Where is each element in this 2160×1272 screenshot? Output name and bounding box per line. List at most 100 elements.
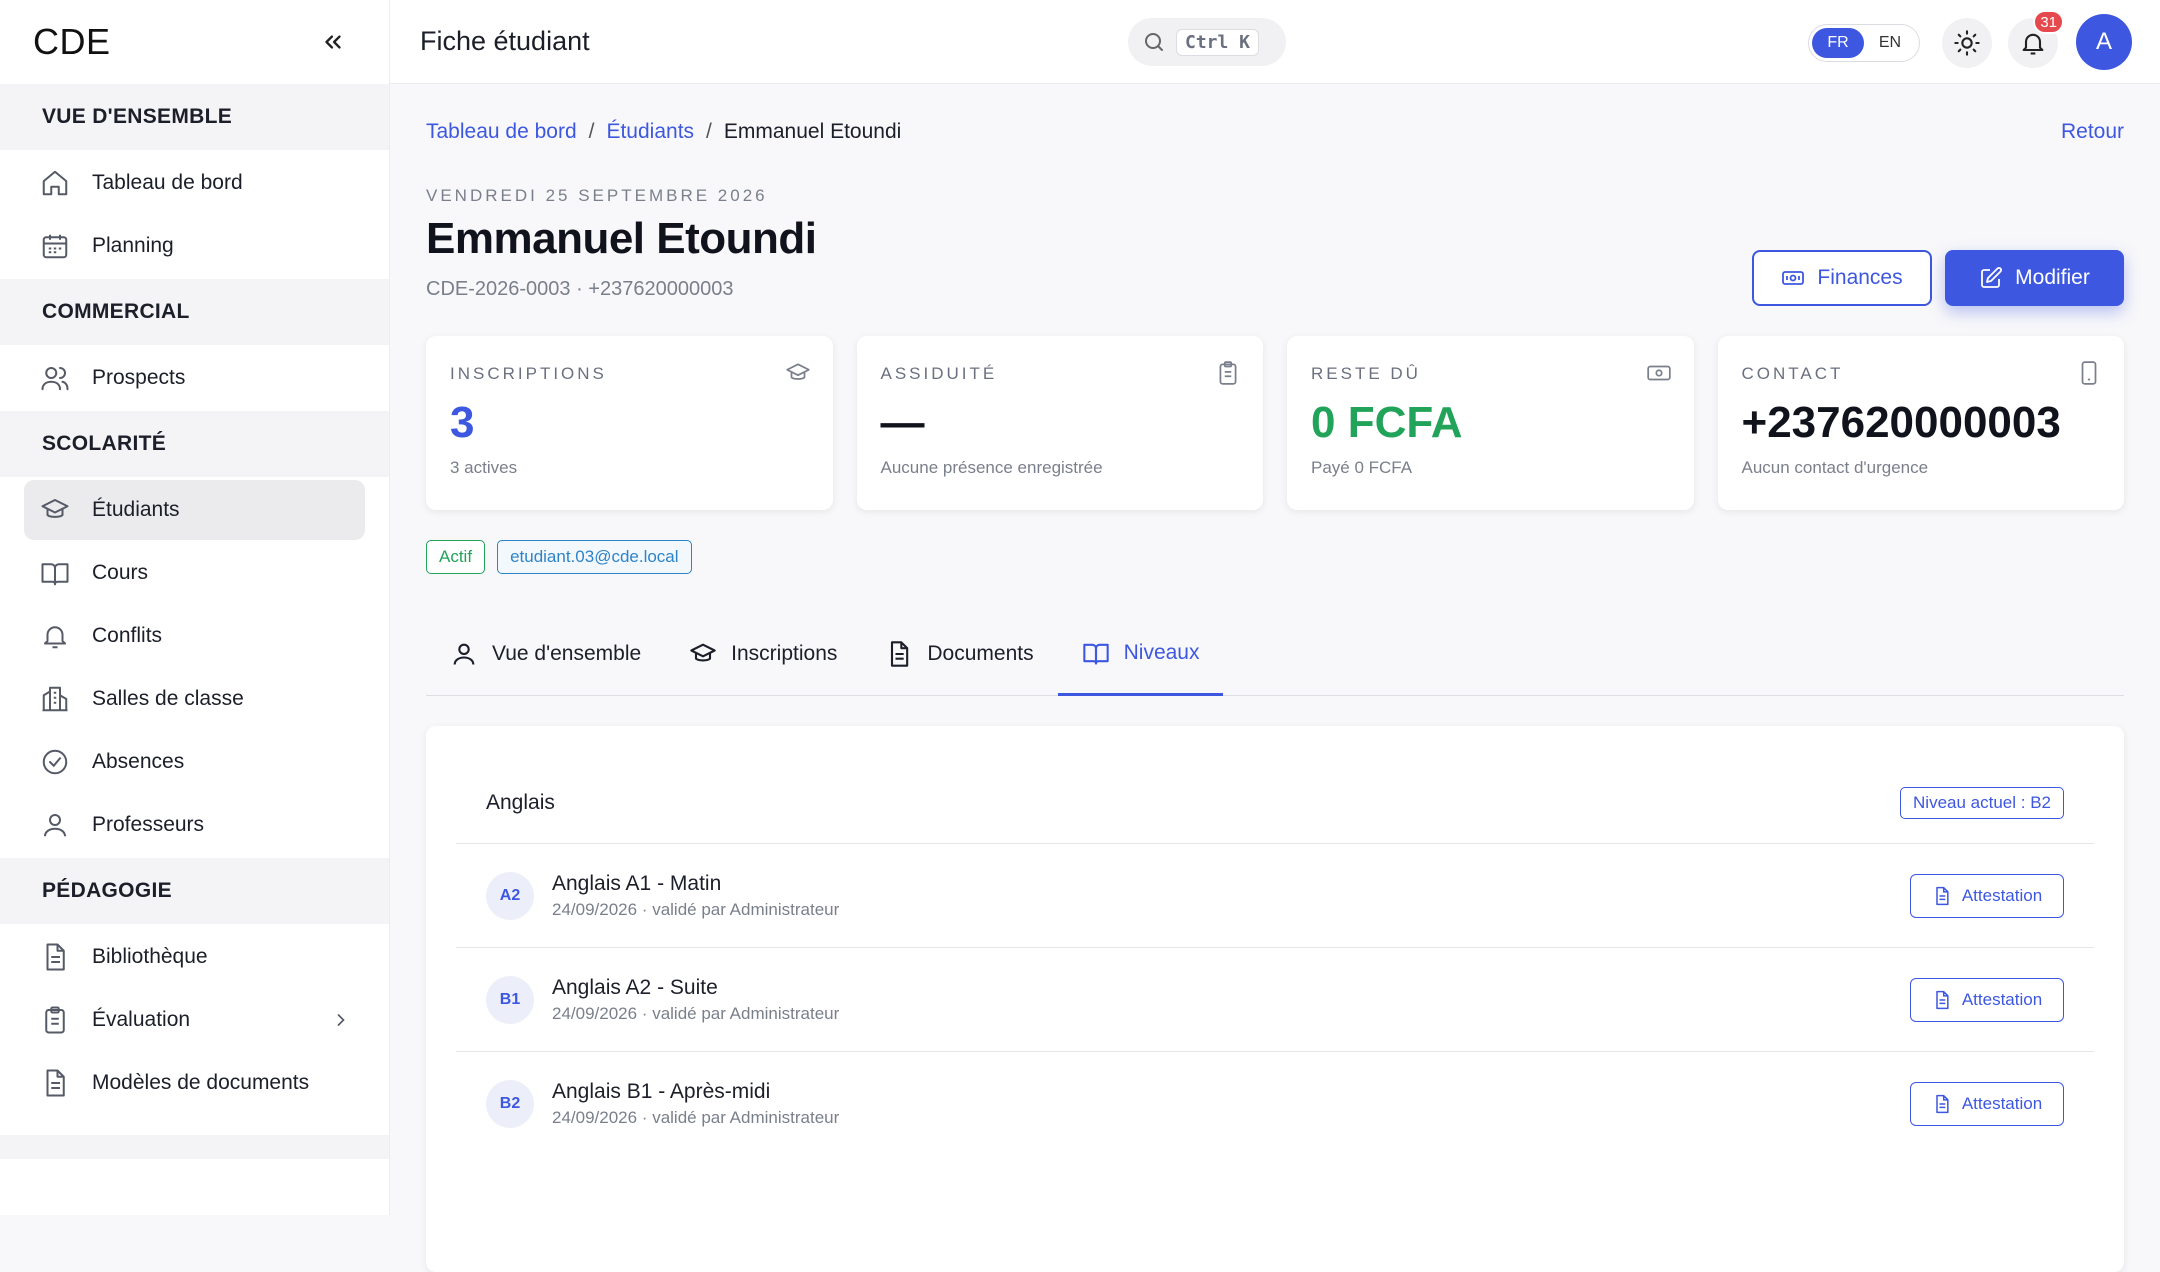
breadcrumb-current: Emmanuel Etoundi [724,120,901,144]
search-button[interactable]: Ctrl K [1128,18,1286,66]
card-inscriptions: INSCRIPTIONS 3 3 actives [426,336,833,510]
attestation-button[interactable]: Attestation [1910,978,2064,1022]
chevrons-left-icon [320,29,346,55]
attestation-button[interactable]: Attestation [1910,1082,2064,1126]
collapse-sidebar-button[interactable] [313,22,353,62]
section-scolarite: SCOLARITÉ [0,411,389,477]
sidebar-item-label: Salles de classe [92,687,244,711]
card-label: RESTE DÛ [1311,364,1670,384]
sidebar-item-label: Tableau de bord [92,171,243,195]
tab-documents[interactable]: Documents [861,612,1057,696]
tab-niveaux[interactable]: Niveaux [1058,612,1224,696]
tab-label: Inscriptions [731,642,837,666]
sidebar-item-cours[interactable]: Cours [24,543,365,603]
tab-label: Niveaux [1124,641,1200,665]
sidebar-item-prospects[interactable]: Prospects [24,348,365,408]
card-value: — [881,398,1240,448]
file-text-icon [1932,1094,1952,1114]
sidebar-item-professeurs[interactable]: Professeurs [24,795,365,855]
course-meta: 24/09/2026 · validé par Administrateur [552,1108,839,1128]
levels-panel: Anglais Niveau actuel : B2 A2 Anglais A1… [426,726,2124,1272]
sidebar-item-planning[interactable]: Planning [24,216,365,276]
level-badge: B1 [486,976,534,1024]
email-badge[interactable]: etudiant.03@cde.local [497,540,691,574]
breadcrumb-link-students[interactable]: Étudiants [606,120,694,144]
brand-logo: CDE [33,21,111,63]
language-switch[interactable]: FR EN [1808,24,1920,62]
tab-overview[interactable]: Vue d'ensemble [426,612,665,696]
graduation-cap-icon [785,360,811,386]
user-avatar[interactable]: A [2076,14,2132,70]
main-content: Tableau de bord / Étudiants / Emmanuel E… [390,84,2160,1215]
student-id-phone: CDE-2026-0003 · +237620000003 [426,278,733,301]
calendar-icon [40,231,70,261]
sidebar-item-label: Modèles de documents [92,1071,309,1095]
attestation-label: Attestation [1962,886,2042,906]
course-title: Anglais B1 - Après-midi [552,1080,839,1104]
levels-panel-header: Anglais Niveau actuel : B2 [456,762,2094,844]
clipboard-icon [1215,360,1241,386]
graduation-cap-icon [40,495,70,525]
sidebar-item-label: Conflits [92,624,162,648]
notification-count-badge: 31 [2033,10,2064,34]
student-name: Emmanuel Etoundi [426,214,816,264]
sidebar-item-conflits[interactable]: Conflits [24,606,365,666]
attestation-button[interactable]: Attestation [1910,874,2064,918]
status-badge: Actif [426,540,485,574]
users-icon [40,363,70,393]
card-reste-du: RESTE DÛ 0 FCFA Payé 0 FCFA [1287,336,1694,510]
home-icon [40,168,70,198]
current-level-badge: Niveau actuel : B2 [1900,787,2064,819]
sidebar-item-etudiants[interactable]: Étudiants [24,480,365,540]
card-note: Aucun contact d'urgence [1742,458,2101,478]
sidebar-item-evaluation[interactable]: Évaluation [24,990,365,1050]
card-contact: CONTACT +237620000003 Aucun contact d'ur… [1718,336,2125,510]
breadcrumb: Tableau de bord / Étudiants / Emmanuel E… [426,120,901,144]
card-assiduite: ASSIDUITÉ — Aucune présence enregistrée [857,336,1264,510]
chevron-right-icon [331,1010,351,1030]
sidebar-item-tableau-de-bord[interactable]: Tableau de bord [24,153,365,213]
file-text-icon [885,640,913,668]
list-item: B1 Anglais A2 - Suite 24/09/2026 · valid… [456,948,2094,1052]
section-pedagogie: PÉDAGOGIE [0,858,389,924]
level-badge: B2 [486,1080,534,1128]
sidebar-item-label: Cours [92,561,148,585]
section-commercial: COMMERCIAL [0,279,389,345]
sidebar-footer [0,1135,389,1159]
theme-toggle-button[interactable] [1942,18,1992,68]
sidebar-item-label: Absences [92,750,184,774]
subject-title: Anglais [486,791,555,815]
page-title: Fiche étudiant [420,26,590,57]
sidebar-item-label: Évaluation [92,1008,190,1032]
sidebar-item-label: Professeurs [92,813,204,837]
card-note: Payé 0 FCFA [1311,458,1670,478]
breadcrumb-link-dashboard[interactable]: Tableau de bord [426,120,577,144]
back-link[interactable]: Retour [2061,120,2124,144]
student-tabs: Vue d'ensemble Inscriptions Documents Ni… [426,612,2124,696]
notifications-button[interactable]: 31 [2008,18,2058,68]
card-value: +237620000003 [1742,398,2101,448]
lang-en-option[interactable]: EN [1864,28,1916,58]
sun-icon [1953,29,1981,57]
card-note: 3 actives [450,458,809,478]
sidebar-item-bibliotheque[interactable]: Bibliothèque [24,927,365,987]
sidebar-item-absences[interactable]: Absences [24,732,365,792]
student-tags: Actif etudiant.03@cde.local [426,540,692,574]
card-label: CONTACT [1742,364,2101,384]
clipboard-icon [40,1005,70,1035]
edit-button[interactable]: Modifier [1945,250,2124,306]
search-icon [1142,30,1166,54]
graduation-cap-icon [689,640,717,668]
finances-button[interactable]: Finances [1752,250,1932,306]
attestation-label: Attestation [1962,1094,2042,1114]
card-label: INSCRIPTIONS [450,364,809,384]
list-item: A2 Anglais A1 - Matin 24/09/2026 · valid… [456,844,2094,948]
tab-inscriptions[interactable]: Inscriptions [665,612,861,696]
sidebar-item-modeles-de-documents[interactable]: Modèles de documents [24,1053,365,1113]
lang-fr-option[interactable]: FR [1812,28,1864,58]
book-icon [40,558,70,588]
brand-bar: CDE [0,0,389,84]
sidebar-item-salles-de-classe[interactable]: Salles de classe [24,669,365,729]
list-item: B2 Anglais B1 - Après-midi 24/09/2026 · … [456,1052,2094,1156]
course-title: Anglais A1 - Matin [552,872,839,896]
